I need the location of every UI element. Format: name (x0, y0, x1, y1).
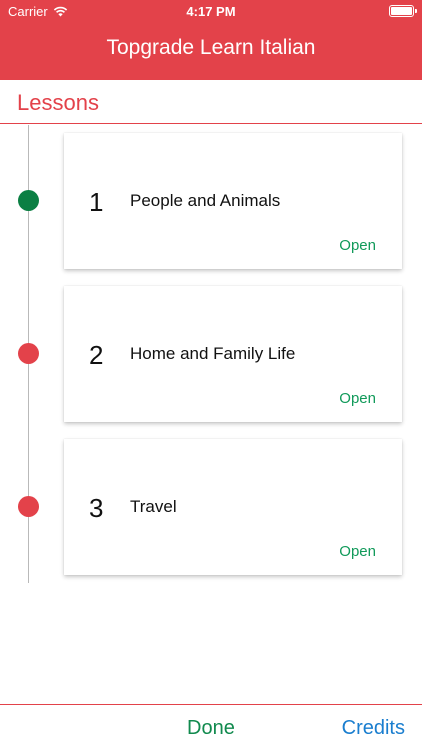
lesson-number: 2 (89, 340, 104, 370)
credits-button[interactable]: Credits (342, 717, 405, 740)
app-title: Topgrade Learn Italian (106, 36, 316, 59)
battery-icon (389, 5, 417, 17)
lesson-card-1[interactable]: 1 People and Animals Open (64, 133, 402, 269)
section-title: Lessons (17, 90, 99, 115)
open-lesson-1-button[interactable]: Open (339, 237, 376, 254)
lesson-1-status-dot (18, 190, 39, 211)
open-lesson-2-button[interactable]: Open (339, 390, 376, 407)
lesson-number: 1 (89, 187, 104, 217)
lesson-card-2[interactable]: 2 Home and Family Life Open (64, 286, 402, 422)
lesson-3-status-dot (18, 496, 39, 517)
lesson-title: Travel (130, 497, 177, 516)
open-lesson-3-button[interactable]: Open (339, 543, 376, 560)
app-header: Carrier 4:17 PM Topgrade Learn Italian (0, 0, 422, 80)
bottom-toolbar: Done Credits (0, 704, 422, 750)
section-header: Lessons (0, 80, 422, 124)
status-time: 4:17 PM (186, 4, 236, 19)
status-bar: Carrier 4:17 PM (0, 0, 422, 22)
lesson-card-3[interactable]: 3 Travel Open (64, 439, 402, 575)
lesson-title: Home and Family Life (130, 344, 296, 363)
lesson-title: People and Animals (130, 191, 281, 210)
lesson-2-status-dot (18, 343, 39, 364)
done-button[interactable]: Done (187, 717, 235, 740)
lesson-number: 3 (89, 493, 104, 523)
